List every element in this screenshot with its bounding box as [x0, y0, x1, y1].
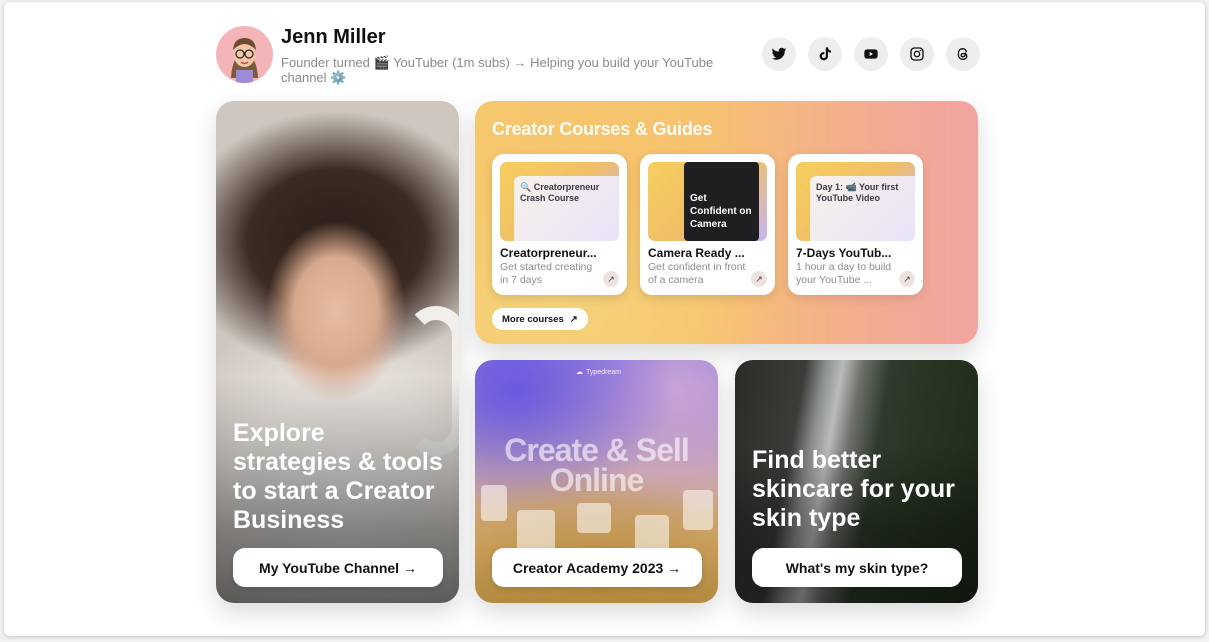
course-title: 7-Days YouTub...	[796, 246, 892, 260]
creator-academy-card[interactable]: ☁ Typedream Create & Sell Online Creator…	[475, 360, 718, 603]
social-links	[762, 37, 980, 71]
arrow-up-right-icon: ↗	[569, 313, 578, 325]
courses-card: Creator Courses & Guides 🔍 Creatorpreneu…	[475, 101, 978, 344]
preview-card	[481, 485, 507, 521]
typedream-logo: ☁ Typedream	[576, 368, 622, 377]
course-thumbnail: 🔍 Creatorpreneur Crash Course	[500, 162, 619, 241]
instagram-icon	[910, 47, 924, 61]
course-description: 1 hour a day to build your YouTube ...	[796, 261, 892, 286]
youtube-channel-card[interactable]: Explore strategies & tools to start a Cr…	[216, 101, 459, 603]
skin-type-button[interactable]: What's my skin type?	[752, 548, 962, 587]
skincare-title: Find better skincare for your skin type	[752, 446, 955, 532]
twitter-icon	[771, 47, 787, 60]
profile-name: Jenn Miller	[281, 26, 386, 48]
threads-icon	[957, 47, 968, 61]
preview-card	[577, 503, 611, 533]
course-description: Get confident in front of a camera	[648, 261, 746, 286]
course-title: Creatorpreneur...	[500, 246, 597, 260]
course-thumbnail: Get Confident on Camera	[648, 162, 767, 241]
creator-academy-button[interactable]: Creator Academy 2023 →	[492, 548, 702, 587]
profile-bio: Founder turned 🎬 YouTuber (1m subs) → He…	[281, 55, 714, 85]
tiktok-link[interactable]	[808, 37, 842, 71]
tiktok-icon	[819, 47, 831, 61]
cloud-icon: ☁	[576, 369, 583, 376]
hero-title: Explore strategies & tools to start a Cr…	[233, 419, 443, 534]
twitter-link[interactable]	[762, 37, 796, 71]
youtube-link[interactable]	[854, 37, 888, 71]
arrow-up-right-icon: ↗	[751, 271, 767, 287]
youtube-channel-button[interactable]: My YouTube Channel →	[233, 548, 443, 587]
arrow-up-right-icon: ↗	[899, 271, 915, 287]
preview-card	[683, 490, 713, 530]
memoji-avatar-icon	[231, 38, 258, 83]
course-thumbnail: Day 1: 📹 Your first YouTube Video	[796, 162, 915, 241]
courses-title: Creator Courses & Guides	[492, 119, 713, 139]
course-card[interactable]: Get Confident on Camera Camera Ready ...…	[640, 154, 775, 295]
arrow-up-right-icon: ↗	[603, 271, 619, 287]
course-title: Camera Ready ...	[648, 246, 745, 260]
more-courses-label: More courses	[502, 313, 564, 325]
course-card[interactable]: Day 1: 📹 Your first YouTube Video 7-Days…	[788, 154, 923, 295]
more-courses-button[interactable]: More courses ↗	[492, 308, 588, 330]
skincare-card[interactable]: Find better skincare for your skin type …	[735, 360, 978, 603]
academy-headline: Create & Sell Online	[504, 432, 689, 498]
youtube-icon	[864, 49, 878, 59]
avatar	[216, 26, 273, 83]
course-description: Get started creating in 7 days	[500, 261, 593, 286]
threads-link[interactable]	[946, 37, 980, 71]
course-card[interactable]: 🔍 Creatorpreneur Crash Course Creatorpre…	[492, 154, 627, 295]
instagram-link[interactable]	[900, 37, 934, 71]
